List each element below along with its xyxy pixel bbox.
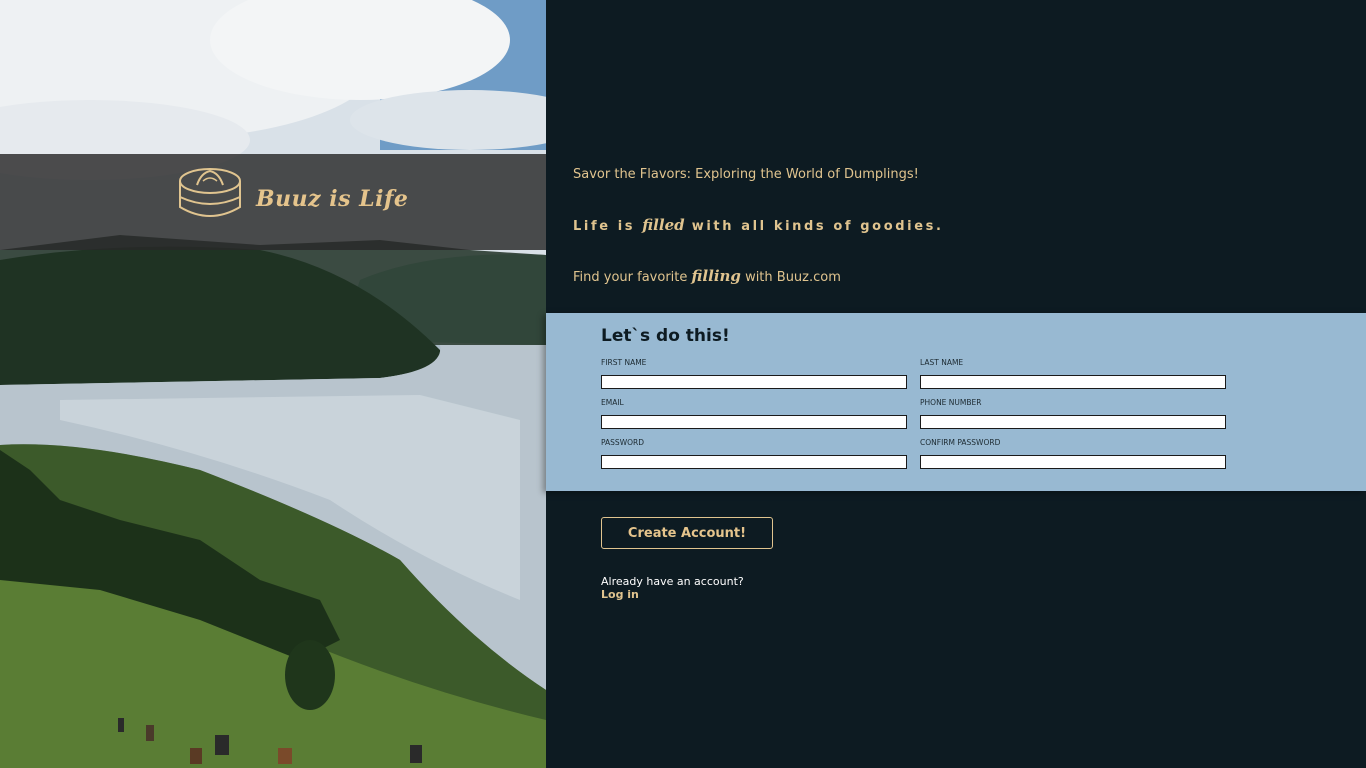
confirm-password-input[interactable] bbox=[920, 455, 1226, 469]
phone-label: PHONE NUMBER bbox=[920, 398, 982, 407]
login-link[interactable]: Log in bbox=[601, 588, 639, 601]
motto: Life is filled with all kinds of goodies… bbox=[573, 216, 944, 234]
confirm-password-group: CONFIRM PASSWORD bbox=[920, 438, 1226, 469]
motto-before: Life is bbox=[573, 219, 636, 234]
landscape-image bbox=[0, 0, 546, 768]
password-label: PASSWORD bbox=[601, 438, 645, 447]
create-account-button[interactable]: Create Account! bbox=[601, 517, 773, 549]
first-name-label: FIRST NAME bbox=[601, 358, 647, 367]
motto-script: filled bbox=[642, 216, 685, 234]
find-script: filling bbox=[691, 267, 741, 285]
last-name-input[interactable] bbox=[920, 375, 1226, 389]
password-input[interactable] bbox=[601, 455, 907, 469]
last-name-label: LAST NAME bbox=[920, 358, 964, 367]
dumpling-steamer-icon bbox=[179, 168, 241, 217]
last-name-group: LAST NAME bbox=[920, 358, 1226, 389]
already-have-account-text: Already have an account? bbox=[601, 575, 744, 588]
signup-page: Buuz is Life Savor the Flavors: Explorin… bbox=[0, 0, 1366, 768]
phone-input[interactable] bbox=[920, 415, 1226, 429]
signup-form: Let`s do this! FIRST NAME LAST NAME EMAI… bbox=[546, 313, 1366, 491]
find-favorite: Find your favorite filling with Buuz.com bbox=[573, 267, 841, 285]
email-group: EMAIL bbox=[601, 398, 907, 429]
phone-group: PHONE NUMBER bbox=[920, 398, 1226, 429]
motto-after: with all kinds of goodies. bbox=[691, 219, 944, 234]
brand-name: Buuz is Life bbox=[256, 186, 409, 212]
first-name-group: FIRST NAME bbox=[601, 358, 907, 389]
form-title: Let`s do this! bbox=[601, 326, 730, 346]
confirm-password-label: CONFIRM PASSWORD bbox=[920, 438, 1001, 447]
password-group: PASSWORD bbox=[601, 438, 907, 469]
landscape-illustration bbox=[0, 0, 546, 768]
email-input[interactable] bbox=[601, 415, 907, 429]
tagline: Savor the Flavors: Exploring the World o… bbox=[573, 167, 919, 182]
find-after: with Buuz.com bbox=[745, 270, 841, 285]
find-before: Find your favorite bbox=[573, 270, 688, 285]
email-label: EMAIL bbox=[601, 398, 624, 407]
first-name-input[interactable] bbox=[601, 375, 907, 389]
